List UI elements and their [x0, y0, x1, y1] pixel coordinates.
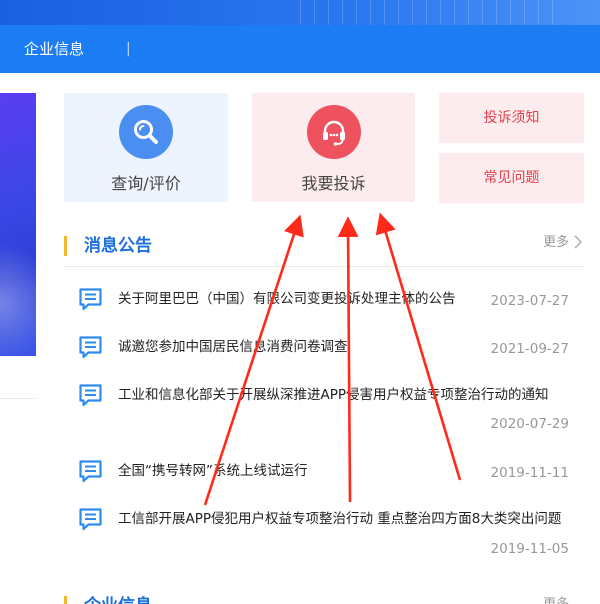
more-link[interactable]: 更多	[543, 234, 569, 252]
more-link[interactable]: 更多	[543, 596, 569, 604]
announcement-title[interactable]: 工业和信息化部关于开展纵深推进APP侵害用户权益专项整治行动的通知	[118, 383, 573, 407]
announcement-date: 2023-07-27	[490, 293, 569, 309]
complain-card[interactable]: 我要投诉	[252, 93, 415, 202]
nav-bar: 企业信息 |	[0, 25, 600, 73]
carousel-banner[interactable]	[0, 93, 36, 356]
announcement-item[interactable]: 诚邀您参加中国居民信息消费问卷调查 2021-09-27	[78, 335, 578, 363]
message-icon	[79, 336, 102, 359]
announcement-date: 2020-07-29	[490, 416, 569, 432]
nav-separator: |	[126, 41, 131, 57]
announcement-title[interactable]: 诚邀您参加中国居民信息消费问卷调查	[118, 335, 488, 359]
announcement-item[interactable]: 全国“携号转网”系统上线试运行 2019-11-11	[78, 459, 578, 487]
headset-icon	[306, 105, 361, 159]
button-label: 常见问题	[483, 170, 540, 186]
announcement-date: 2021-09-27	[490, 341, 569, 357]
message-icon	[79, 384, 102, 407]
top-banner	[0, 0, 600, 25]
announcement-item[interactable]: 关于阿里巴巴（中国）有限公司变更投诉处理主体的公告 2023-07-27	[78, 287, 578, 315]
query-evaluate-card[interactable]: 查询/评价	[64, 93, 228, 202]
complaint-notice-button[interactable]: 投诉须知	[439, 93, 584, 143]
announcement-title[interactable]: 关于阿里巴巴（中国）有限公司变更投诉处理主体的公告	[118, 287, 488, 311]
section-title-bar	[64, 596, 67, 604]
card-label: 查询/评价	[111, 174, 181, 193]
chevron-right-icon[interactable]	[573, 235, 583, 249]
message-icon	[79, 460, 102, 483]
faq-button[interactable]: 常见问题	[439, 153, 584, 203]
page: 企业信息 | 查询/评价 我要投诉 投诉须知 常见问题 消息公告 更多 关于阿里…	[0, 0, 600, 604]
announcement-item[interactable]: 工业和信息化部关于开展纵深推进APP侵害用户权益专项整治行动的通知 2020-07…	[78, 383, 578, 438]
divider	[64, 266, 584, 267]
section-title: 企业信息	[84, 594, 152, 604]
section-title: 消息公告	[84, 236, 152, 256]
announcement-item[interactable]: 工信部开展APP侵犯用户权益专项整治行动 重点整治四方面8大类突出问题 2019-…	[78, 507, 578, 563]
message-icon	[79, 508, 102, 531]
announcement-title[interactable]: 工信部开展APP侵犯用户权益专项整治行动 重点整治四方面8大类突出问题	[118, 507, 573, 531]
card-label: 我要投诉	[301, 174, 366, 193]
announcement-date: 2019-11-05	[490, 541, 569, 557]
section-title-bar	[64, 236, 67, 256]
nav-item-enterprise-info[interactable]: 企业信息	[24, 39, 84, 59]
divider	[0, 398, 36, 399]
button-label: 投诉须知	[483, 110, 540, 126]
message-icon	[79, 288, 102, 311]
announcement-title[interactable]: 全国“携号转网”系统上线试运行	[118, 459, 488, 483]
announcement-date: 2019-11-11	[490, 465, 569, 481]
search-icon	[119, 105, 173, 159]
